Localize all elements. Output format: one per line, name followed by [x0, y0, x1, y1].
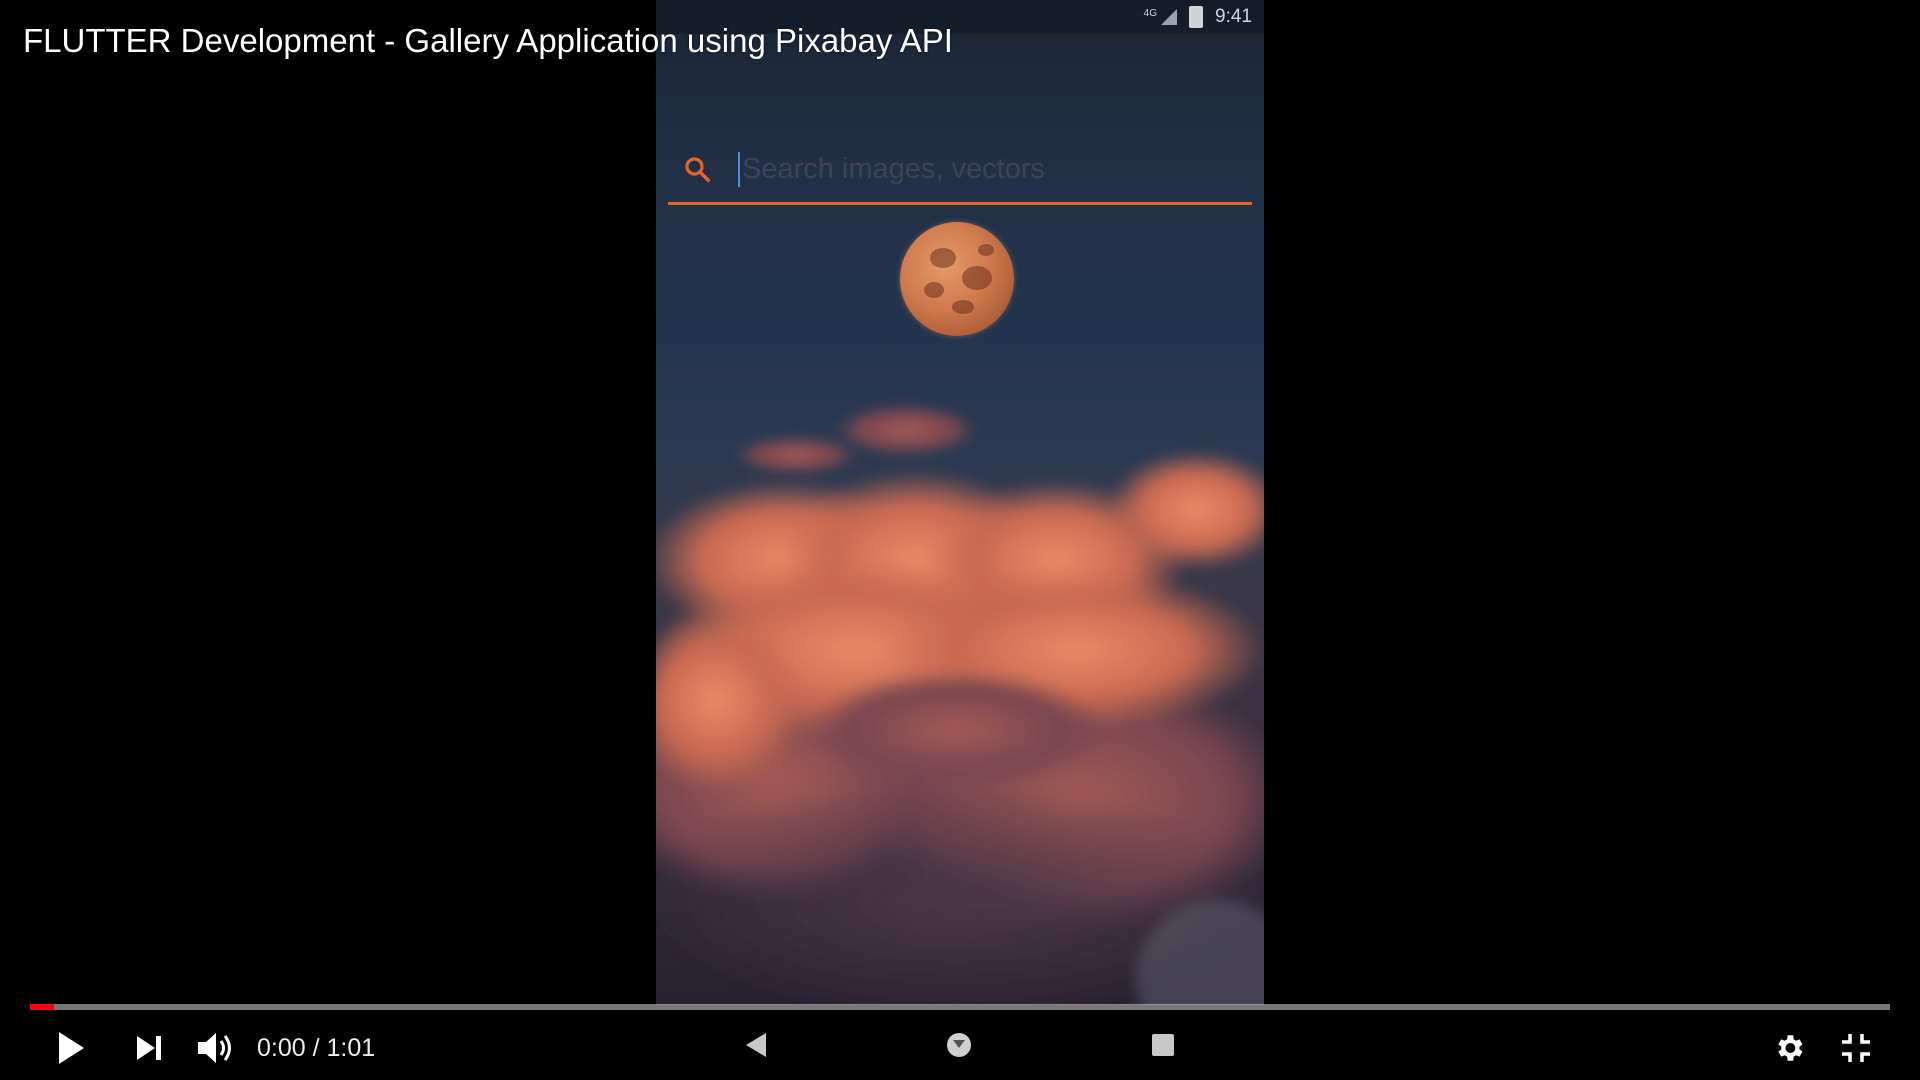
- video-player[interactable]: FLUTTER Development - Gallery Applicatio…: [0, 0, 1920, 1080]
- progress-bar[interactable]: [30, 1004, 1890, 1010]
- search-icon[interactable]: [682, 154, 722, 184]
- settings-button[interactable]: [1772, 1020, 1812, 1076]
- time-display: 0:00 / 1:01: [257, 1033, 376, 1062]
- exit-fullscreen-icon: [1842, 1034, 1870, 1062]
- next-button[interactable]: [134, 1020, 174, 1076]
- search-input[interactable]: [738, 151, 1252, 187]
- phone-screen: 4G 9:41: [656, 0, 1264, 1005]
- play-button[interactable]: [56, 1020, 96, 1076]
- exit-fullscreen-button[interactable]: [1840, 1020, 1880, 1076]
- gear-icon: [1778, 1035, 1803, 1061]
- network-type: 4G: [1143, 7, 1158, 19]
- play-icon: [59, 1032, 84, 1064]
- status-time: 9:41: [1215, 6, 1252, 27]
- volume-icon: [198, 1033, 231, 1063]
- progress-played: [30, 1004, 54, 1010]
- player-controls: 0:00 / 1:01: [0, 1020, 1920, 1076]
- video-title: FLUTTER Development - Gallery Applicatio…: [23, 22, 953, 59]
- next-icon: [137, 1036, 161, 1060]
- search-bar[interactable]: [668, 136, 1252, 205]
- signal-icon: [1161, 9, 1178, 25]
- volume-button[interactable]: [196, 1020, 240, 1076]
- moon-image: [900, 222, 1014, 336]
- battery-icon: [1189, 6, 1204, 28]
